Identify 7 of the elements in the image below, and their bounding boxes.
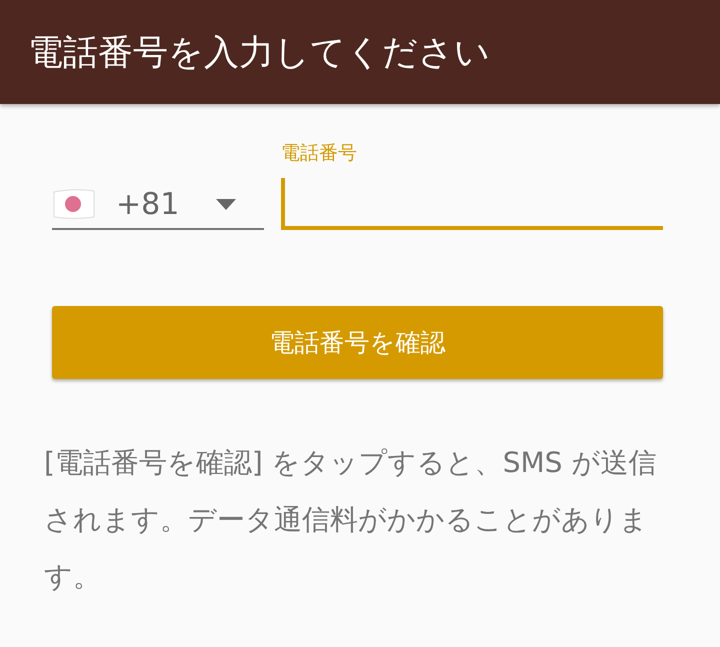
notice-text: [電話番号を確認] をタップすると、SMS が送信されます。データ通信料がかかることがあります。: [44, 445, 658, 595]
country-code-dropdown[interactable]: +81: [52, 180, 264, 230]
phone-field-label: 電話番号: [281, 141, 358, 166]
phone-input-field[interactable]: [281, 178, 663, 230]
app-bar-title: 電話番号を入力してください: [28, 32, 490, 74]
flag-icon: [52, 188, 96, 220]
caret-icon: [216, 198, 236, 210]
